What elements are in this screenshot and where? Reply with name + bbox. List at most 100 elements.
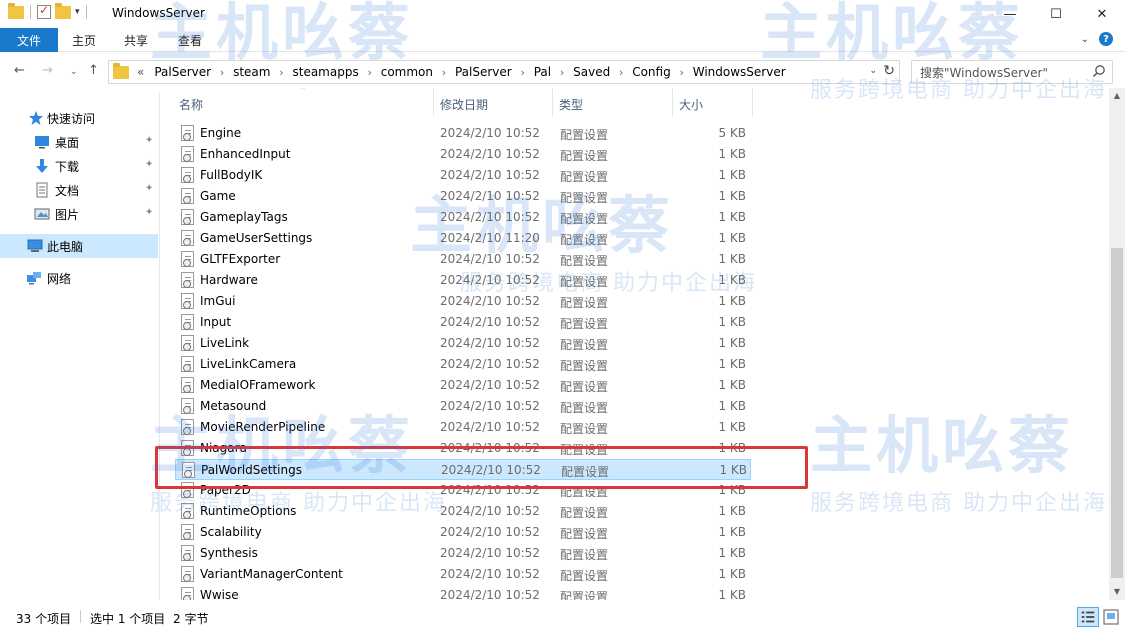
breadcrumb-overflow[interactable]: « [137,65,144,79]
table-row[interactable]: Niagara 2024/2/10 10:52 配置设置 1 KB [175,438,751,459]
close-button[interactable]: ✕ [1079,0,1125,28]
table-row-selected[interactable]: PalWorldSettings 2024/2/10 10:52 配置设置 1 KB [175,459,751,480]
table-row[interactable]: LiveLinkCamera 2024/2/10 10:52 配置设置 1 KB [175,354,751,375]
breadcrumb-chevron-icon[interactable]: › [551,66,573,79]
breadcrumb-chevron-icon[interactable]: › [512,66,534,79]
table-row[interactable]: Wwise 2024/2/10 10:52 配置设置 1 KB [175,585,751,600]
breadcrumb-chevron-icon[interactable]: › [610,66,632,79]
pin-icon[interactable]: ✦ [145,183,153,194]
details-view-icon[interactable] [1077,607,1099,627]
vertical-scrollbar[interactable]: ▲ ▼ [1109,88,1125,600]
status-divider [80,610,81,623]
table-row[interactable]: Metasound 2024/2/10 10:52 配置设置 1 KB [175,396,751,417]
table-row[interactable]: EnhancedInput 2024/2/10 10:52 配置设置 1 KB [175,144,751,165]
sidebar-item-label: 网络 [47,272,72,286]
table-row[interactable]: GameUserSettings 2024/2/10 11:20 配置设置 1 KB [175,228,751,249]
column-header-type[interactable]: 类型 [559,96,583,113]
address-history-chevron-icon[interactable]: ⌄ [869,66,877,76]
breadcrumb-item[interactable]: PalServer [154,65,211,79]
sidebar-item-quick-access[interactable]: 快速访问 [0,106,158,130]
tab-home[interactable]: 主页 [72,32,96,49]
search-input[interactable]: 搜索"WindowsServer" [911,60,1113,84]
column-divider[interactable] [672,88,673,116]
table-row[interactable]: FullBodyIK 2024/2/10 10:52 配置设置 1 KB [175,165,751,186]
navigation-bar: ← → ⌄ ↑ « PalServer › steam › steamapps … [0,56,1125,88]
file-type: 配置设置 [560,317,609,331]
breadcrumb-item-current[interactable]: WindowsServer [693,65,786,79]
breadcrumb-item[interactable]: PalServer [455,65,512,79]
table-row[interactable]: Game 2024/2/10 10:52 配置设置 1 KB [175,186,751,207]
table-row[interactable]: LiveLink 2024/2/10 10:52 配置设置 1 KB [175,333,751,354]
table-row[interactable]: RuntimeOptions 2024/2/10 10:52 配置设置 1 KB [175,501,751,522]
column-divider[interactable] [552,88,553,116]
large-icons-view-icon[interactable] [1100,607,1122,627]
config-file-icon [181,545,194,561]
table-row[interactable]: Paper2D 2024/2/10 10:52 配置设置 1 KB [175,480,751,501]
column-header-size[interactable]: 大小 [679,96,703,113]
scroll-down-arrow-icon[interactable]: ▼ [1109,584,1125,600]
sidebar-item-this-pc[interactable]: 此电脑 [0,234,158,258]
table-row[interactable]: Engine 2024/2/10 10:52 配置设置 5 KB [175,123,751,144]
refresh-icon[interactable]: ↻ [883,63,895,79]
sidebar-item-desktop[interactable]: 桌面 ✦ [0,130,158,154]
sidebar-item-documents[interactable]: 文档 ✦ [0,178,158,202]
expand-ribbon-chevron-icon[interactable]: ⌄ [1081,34,1089,45]
back-arrow-icon[interactable]: ← [14,63,25,78]
file-date: 2024/2/10 10:52 [440,546,540,560]
breadcrumb-item[interactable]: steam [233,65,270,79]
scrollbar-thumb[interactable] [1111,248,1123,578]
table-row[interactable]: Hardware 2024/2/10 10:52 配置设置 1 KB [175,270,751,291]
breadcrumb-item[interactable]: steamapps [292,65,358,79]
customize-toolbar-chevron-icon[interactable]: ▾ [75,7,80,17]
breadcrumb-chevron-icon[interactable]: › [359,66,381,79]
search-icon[interactable] [1092,64,1106,78]
table-row[interactable]: MediaIOFramework 2024/2/10 10:52 配置设置 1 KB [175,375,751,396]
breadcrumb-item[interactable]: Saved [573,65,610,79]
pin-icon[interactable]: ✦ [145,159,153,170]
sidebar-item-downloads[interactable]: 下载 ✦ [0,154,158,178]
column-divider[interactable] [433,88,434,116]
column-divider[interactable] [752,88,753,116]
breadcrumb-item[interactable]: Config [632,65,671,79]
address-bar[interactable]: « PalServer › steam › steamapps › common… [108,60,900,84]
column-header-date[interactable]: 修改日期 [440,96,488,113]
file-name: Game [200,189,236,203]
tab-view[interactable]: 查看 [178,32,202,49]
scroll-up-arrow-icon[interactable]: ▲ [1109,88,1125,104]
breadcrumb-chevron-icon[interactable]: › [211,66,233,79]
sidebar-item-pictures[interactable]: 图片 ✦ [0,202,158,226]
pin-icon[interactable]: ✦ [145,207,153,218]
sidebar-item-network[interactable]: 网络 [0,266,158,290]
table-row[interactable]: Synthesis 2024/2/10 10:52 配置设置 1 KB [175,543,751,564]
pin-icon[interactable]: ✦ [145,135,153,146]
tab-share[interactable]: 共享 [124,32,148,49]
new-folder-icon[interactable] [55,2,71,19]
maximize-button[interactable]: ☐ [1033,0,1079,28]
table-row[interactable]: MovieRenderPipeline 2024/2/10 10:52 配置设置 1 … [175,417,751,438]
file-size: 1 KB [718,168,746,182]
table-row[interactable]: ImGui 2024/2/10 10:52 配置设置 1 KB [175,291,751,312]
recent-locations-chevron-icon[interactable]: ⌄ [70,67,78,77]
config-file-icon [181,566,194,582]
sidebar-item-label: 图片 [55,208,80,222]
file-type: 配置设置 [560,254,609,268]
breadcrumb-chevron-icon[interactable]: › [270,66,292,79]
table-row[interactable]: GLTFExporter 2024/2/10 10:52 配置设置 1 KB [175,249,751,270]
file-date: 2024/2/10 10:52 [440,420,540,434]
table-row[interactable]: Input 2024/2/10 10:52 配置设置 1 KB [175,312,751,333]
properties-icon[interactable] [37,3,51,19]
forward-arrow-icon[interactable]: → [42,63,53,78]
tab-file[interactable]: 文件 [0,28,58,52]
help-icon[interactable]: ? [1099,32,1113,46]
breadcrumb-chevron-icon[interactable]: › [671,66,693,79]
table-row[interactable]: VariantManagerContent 2024/2/10 10:52 配置设置… [175,564,751,585]
table-row[interactable]: GameplayTags 2024/2/10 10:52 配置设置 1 KB [175,207,751,228]
file-explorer-window: ▾ WindowsServer — ☐ ✕ 文件 主页 共享 查看 ⌄ ? ← … [0,0,1125,628]
minimize-button[interactable]: — [987,0,1033,28]
up-arrow-icon[interactable]: ↑ [88,63,99,78]
breadcrumb-item[interactable]: common [381,65,433,79]
table-row[interactable]: Scalability 2024/2/10 10:52 配置设置 1 KB [175,522,751,543]
column-header-name[interactable]: 名称 [179,96,203,113]
breadcrumb-chevron-icon[interactable]: › [433,66,455,79]
breadcrumb-item[interactable]: Pal [534,65,551,79]
